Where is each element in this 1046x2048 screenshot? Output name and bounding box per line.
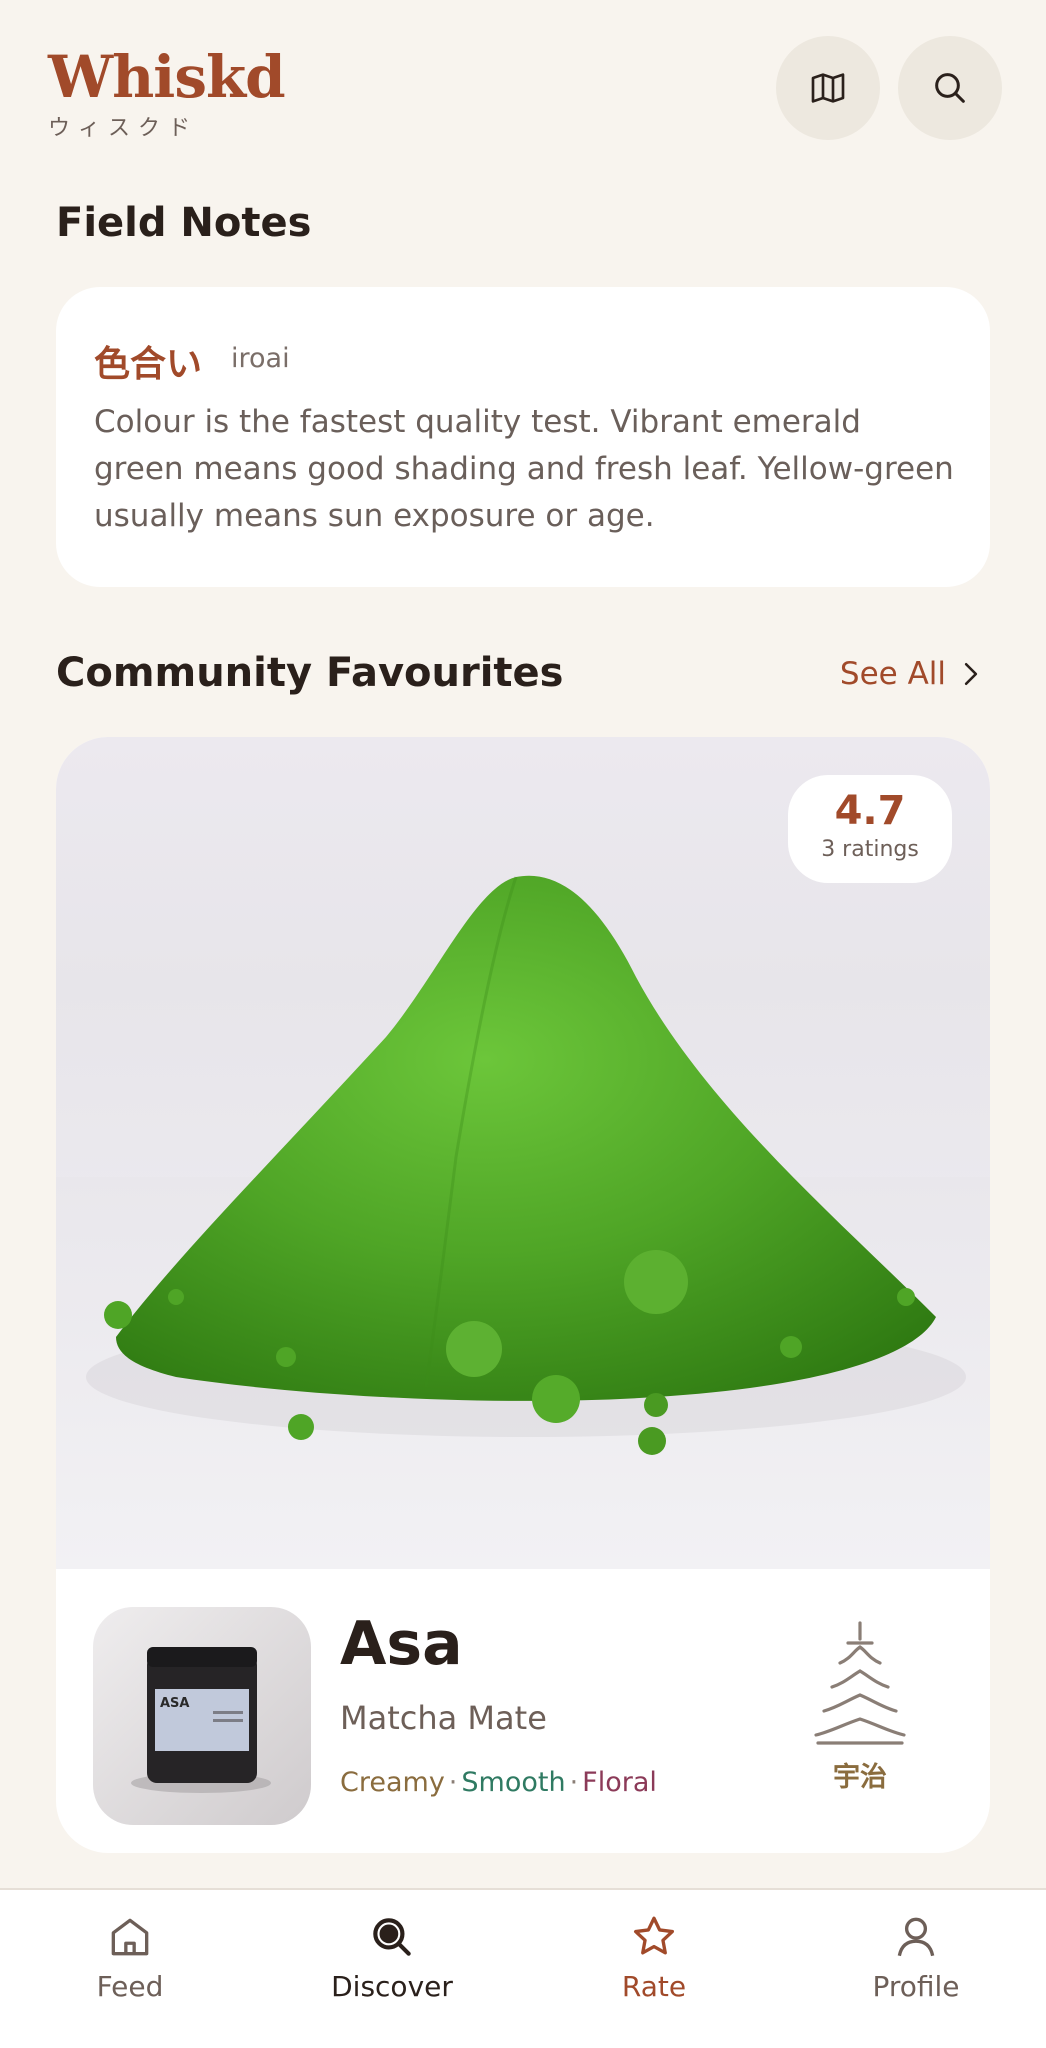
jar-label: ASA (160, 1696, 190, 1711)
rating-badge: 4.7 3 ratings (788, 775, 952, 883)
field-note-card[interactable]: 色合い iroai Colour is the fastest quality … (56, 287, 990, 587)
tab-rate[interactable]: Rate (554, 1890, 754, 2048)
tab-label-feed: Feed (96, 1970, 164, 2003)
pagoda-icon (814, 1621, 906, 1745)
tab-label-rate: Rate (621, 1970, 687, 2003)
search-icon (935, 73, 965, 103)
product-thumbnail: ASA (93, 1607, 311, 1825)
rating-value: 4.7 (834, 788, 906, 834)
map-button[interactable] (776, 36, 880, 140)
app-logo-katakana: ウィスクド (48, 116, 199, 141)
see-all-link[interactable]: See All (840, 656, 980, 692)
product-name: Asa (340, 1609, 463, 1679)
chevron-right-icon (964, 662, 978, 686)
search-button[interactable] (898, 36, 1002, 140)
tasting-note: Creamy (340, 1767, 445, 1798)
favourites-title: Community Favourites (56, 650, 564, 696)
see-all-label: See All (839, 656, 946, 692)
map-icon (811, 73, 845, 103)
favourite-product-card[interactable]: 4.7 3 ratings ASA Asa Matcha Mate Creamy… (56, 737, 990, 1853)
product-brand: Matcha Mate (340, 1699, 547, 1737)
tasting-note: Smooth (461, 1767, 566, 1798)
tab-label-discover: Discover (331, 1970, 453, 2003)
origin-label: 宇治 (833, 1762, 887, 1793)
rating-count: 3 ratings (821, 837, 919, 862)
field-notes-title: Field Notes (56, 200, 312, 246)
tab-feed[interactable]: Feed (30, 1890, 230, 2048)
tasting-note: Floral (582, 1767, 657, 1798)
discover-icon (373, 1918, 411, 1956)
tab-profile[interactable]: Profile (816, 1890, 1016, 2048)
origin-badge: 宇治 (800, 1619, 920, 1794)
tab-discover[interactable]: Discover (292, 1890, 492, 2048)
product-hero-image: 4.7 3 ratings (56, 737, 990, 1569)
app-logo: Whiskd (48, 43, 286, 111)
matcha-tin-image: ASA (131, 1647, 271, 1793)
tab-label-profile: Profile (872, 1970, 960, 2003)
home-icon (111, 1918, 149, 1956)
field-note-romaji: iroai (231, 343, 290, 374)
field-note-term: 色合い (94, 344, 203, 385)
app-header: Whiskd ウィスクド (0, 0, 1046, 160)
tasting-notes: Creamy · Smooth · Floral (340, 1767, 657, 1798)
field-note-body: Colour is the fastest quality test. Vibr… (94, 404, 954, 534)
profile-icon (897, 1917, 935, 1957)
star-icon (634, 1916, 674, 1955)
bottom-tab-bar: Feed Discover Rate Profile (0, 1888, 1046, 2048)
